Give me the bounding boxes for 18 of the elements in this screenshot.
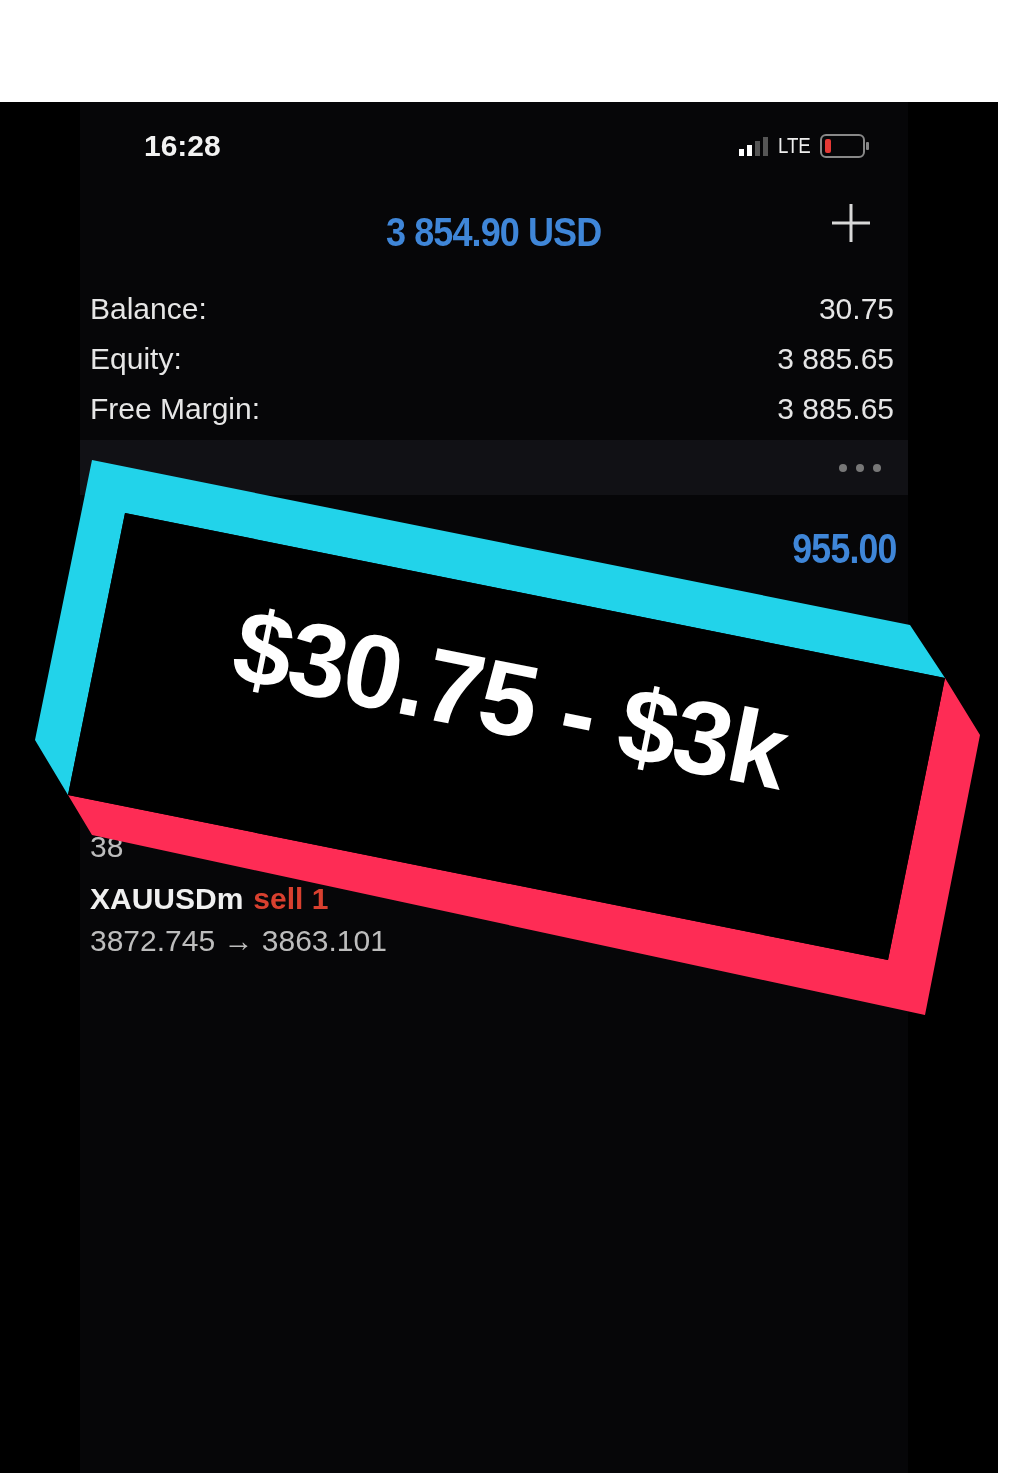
account-total: 3 854.90 USD — [386, 209, 602, 255]
status-time: 16:28 — [144, 129, 221, 163]
summary-value: 3 885.65 — [777, 392, 894, 426]
summary-label: Free Margin: — [90, 392, 261, 426]
summary-value: 3 885.65 — [777, 342, 894, 376]
more-icon[interactable] — [838, 462, 882, 473]
summary-label: Equity: — [90, 342, 182, 376]
add-icon[interactable] — [830, 202, 872, 244]
position-symbol: XAUUSDm — [90, 882, 244, 916]
summary-label: Balance: — [90, 292, 207, 326]
network-label: LTE — [778, 133, 812, 159]
position-side: sell 1 — [253, 882, 329, 916]
summary-value: 30.75 — [818, 292, 894, 326]
banner-text: $30.75 - $3k — [223, 585, 798, 814]
battery-icon — [820, 134, 870, 158]
profit-value: 955.00 — [791, 525, 896, 565]
position-prices: 3872.745 → 3863.101 — [90, 924, 387, 958]
signal-icon — [739, 136, 770, 156]
